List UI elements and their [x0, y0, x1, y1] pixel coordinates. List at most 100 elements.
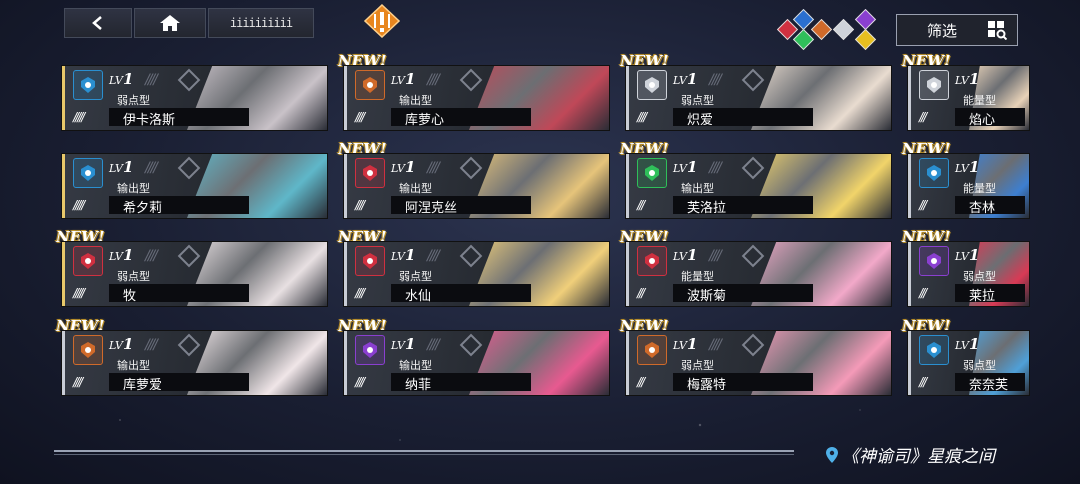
diamond-icon — [177, 156, 201, 180]
character-card[interactable]: LV1 //// 输出型 ///// 希夕莉 — [62, 154, 327, 218]
character-card[interactable]: LV1 弱点型 /// 奈奈芙 — [908, 331, 1029, 395]
element-silver-icon[interactable] — [832, 18, 855, 41]
home-button[interactable] — [134, 8, 206, 38]
wolf-icon — [73, 246, 103, 276]
character-type: 能量型 — [681, 270, 714, 283]
home-icon — [160, 15, 180, 31]
level-label: LV1 — [955, 70, 980, 88]
character-type: 输出型 — [399, 94, 432, 107]
diamond-icon — [741, 244, 765, 268]
character-type: 输出型 — [117, 359, 150, 372]
character-name: 阿涅克丝 — [405, 201, 458, 216]
element-gold-icon[interactable] — [854, 28, 877, 51]
diamond-icon — [741, 68, 765, 92]
star-rating: /// — [919, 375, 927, 389]
character-name: 奈奈芙 — [969, 378, 1009, 393]
element-orange-icon[interactable] — [810, 18, 833, 41]
character-card[interactable]: LV1 能量型 /// 杏林 — [908, 154, 1029, 218]
rank-slashes: //// — [145, 72, 158, 88]
rank-slashes: //// — [427, 72, 440, 88]
character-card[interactable]: LV1 //// 输出型 //// 库萝爱 — [62, 331, 327, 395]
character-type: 弱点型 — [681, 359, 714, 372]
ram-icon — [73, 335, 103, 365]
diamond-icon — [177, 244, 201, 268]
element-filter-icons[interactable] — [774, 8, 884, 51]
star-rating: ///// — [73, 110, 85, 124]
list-label: iiiiiiiiii — [229, 16, 293, 30]
level-label: LV1 — [673, 70, 698, 88]
level-label: LV1 — [955, 335, 980, 353]
character-name: 波斯菊 — [687, 289, 727, 304]
character-card[interactable]: LV1 //// 输出型 /// 芙洛拉 — [626, 154, 891, 218]
star-rating: ///// — [73, 286, 85, 300]
location-pin-icon — [826, 446, 838, 463]
diamond-icon — [741, 156, 765, 180]
level-label: LV1 — [673, 335, 698, 353]
character-type: 输出型 — [399, 182, 432, 195]
character-card[interactable]: LV1 //// 输出型 //// 库萝心 — [344, 66, 609, 130]
rank-slashes: //// — [427, 160, 440, 176]
character-type: 弱点型 — [399, 270, 432, 283]
rank-slashes: //// — [709, 337, 722, 353]
character-card[interactable]: LV1 //// 输出型 //// 纳菲 — [344, 331, 609, 395]
star-rating: /// — [637, 198, 645, 212]
filter-search-icon — [988, 21, 1007, 40]
list-button[interactable]: iiiiiiiiii — [208, 8, 314, 38]
character-card[interactable]: LV1 能量型 /// 焰心 — [908, 66, 1029, 130]
star-rating: //// — [355, 198, 365, 212]
rank-slashes: //// — [145, 337, 158, 353]
character-name: 杏林 — [969, 201, 996, 216]
level-label: LV1 — [391, 70, 416, 88]
character-card[interactable]: LV1 弱点型 /// 莱拉 — [908, 242, 1029, 306]
character-name: 芙洛拉 — [687, 201, 727, 216]
star-rating: //// — [355, 110, 365, 124]
wolf-icon — [355, 246, 385, 276]
back-button[interactable] — [64, 8, 132, 38]
rank-slashes: //// — [709, 72, 722, 88]
level-label: LV1 — [955, 246, 980, 264]
divider-line — [54, 450, 794, 452]
character-name: 纳菲 — [405, 378, 432, 393]
top-bar: iiiiiiiiii — [64, 8, 314, 38]
wings-icon — [919, 70, 949, 100]
character-type: 弱点型 — [963, 270, 996, 283]
rank-slashes: //// — [709, 248, 722, 264]
character-type: 输出型 — [681, 182, 714, 195]
character-type: 弱点型 — [963, 359, 996, 372]
star-rating: //// — [637, 110, 647, 124]
character-card[interactable]: LV1 //// 弱点型 /// 梅露特 — [626, 331, 891, 395]
character-type: 输出型 — [117, 182, 150, 195]
character-name: 伊卡洛斯 — [123, 113, 176, 128]
star-rating: //// — [73, 375, 83, 389]
rank-slashes: //// — [145, 160, 158, 176]
level-label: LV1 — [673, 246, 698, 264]
diamond-icon — [459, 68, 483, 92]
character-name: 库萝心 — [405, 113, 445, 128]
character-name: 牧 — [123, 289, 137, 304]
rank-slashes: //// — [145, 248, 158, 264]
character-type: 弱点型 — [117, 270, 150, 283]
character-name: 库萝爱 — [123, 378, 163, 393]
alert-icon[interactable] — [362, 4, 402, 38]
character-card[interactable]: LV1 //// 弱点型 ///// 牧 — [62, 242, 327, 306]
element-purple-icon[interactable] — [854, 8, 877, 31]
element-green-icon[interactable] — [792, 28, 815, 51]
star-rating: ///// — [73, 198, 85, 212]
location-text: 《神谕司》星痕之间 — [842, 447, 995, 467]
ram-icon — [355, 70, 385, 100]
wings-icon — [637, 70, 667, 100]
star-rating: //// — [355, 375, 365, 389]
character-card[interactable]: LV1 //// 能量型 /// 波斯菊 — [626, 242, 891, 306]
shield-icon — [73, 70, 103, 100]
star-rating: /// — [637, 286, 645, 300]
character-card[interactable]: LV1 //// 输出型 //// 阿涅克丝 — [344, 154, 609, 218]
diamond-icon — [459, 333, 483, 357]
location-label: 《神谕司》星痕之间 — [826, 442, 995, 467]
character-card[interactable]: LV1 //// 弱点型 //// 炽爱 — [626, 66, 891, 130]
character-card[interactable]: LV1 //// 弱点型 //// 水仙 — [344, 242, 609, 306]
ram-icon — [637, 335, 667, 365]
filter-label: 筛选 — [927, 21, 958, 40]
character-card[interactable]: LV1 //// 弱点型 ///// 伊卡洛斯 — [62, 66, 327, 130]
character-name: 莱拉 — [969, 289, 996, 304]
filter-button[interactable]: 筛选 — [896, 14, 1018, 46]
